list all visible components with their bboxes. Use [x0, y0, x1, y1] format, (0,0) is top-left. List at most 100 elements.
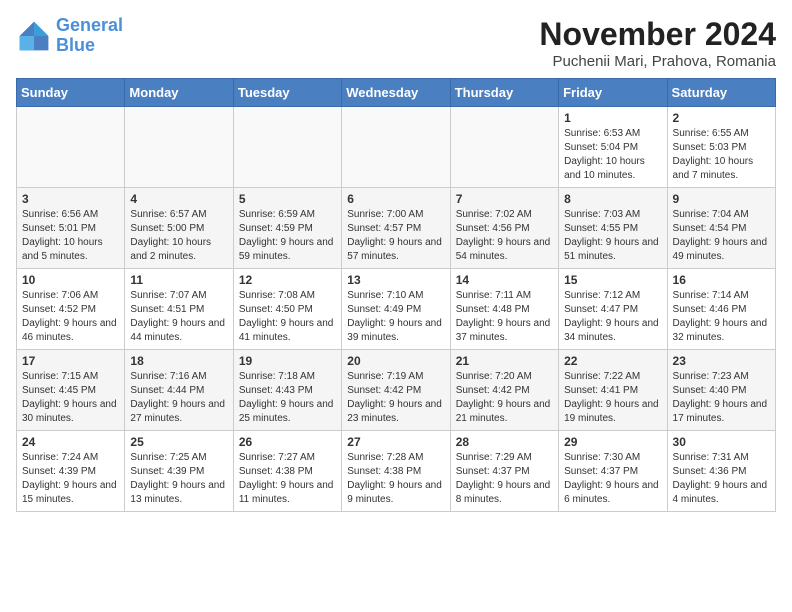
calendar-cell: 4 Sunrise: 6:57 AM Sunset: 5:00 PM Daylig… [125, 188, 233, 269]
day-number: 24 [22, 435, 119, 449]
calendar-cell [125, 107, 233, 188]
calendar-cell: 13 Sunrise: 7:10 AM Sunset: 4:49 PM Dayli… [342, 269, 450, 350]
calendar-cell: 22 Sunrise: 7:22 AM Sunset: 4:41 PM Dayli… [559, 350, 667, 431]
day-number: 6 [347, 192, 444, 206]
day-number: 15 [564, 273, 661, 287]
calendar-cell: 24 Sunrise: 7:24 AM Sunset: 4:39 PM Dayli… [17, 431, 125, 512]
week-row-2: 3 Sunrise: 6:56 AM Sunset: 5:01 PM Daylig… [17, 188, 776, 269]
day-info: Sunrise: 6:53 AM Sunset: 5:04 PM Dayligh… [564, 127, 661, 183]
calendar-cell: 17 Sunrise: 7:15 AM Sunset: 4:45 PM Dayli… [17, 350, 125, 431]
calendar-cell: 26 Sunrise: 7:27 AM Sunset: 4:38 PM Dayli… [233, 431, 341, 512]
calendar-cell: 16Sunrise: 7:14 AM Sunset: 4:46 PM Dayli… [667, 269, 775, 350]
calendar-cell: 27 Sunrise: 7:28 AM Sunset: 4:38 PM Dayli… [342, 431, 450, 512]
day-info: Sunrise: 7:12 AM Sunset: 4:47 PM Dayligh… [564, 289, 661, 345]
day-number: 8 [564, 192, 661, 206]
day-number: 23 [673, 354, 770, 368]
calendar-cell: 5Sunrise: 6:59 AM Sunset: 4:59 PM Daylig… [233, 188, 341, 269]
header: General Blue November 2024 Puchenii Mari… [16, 16, 776, 70]
calendar-table: SundayMondayTuesdayWednesdayThursdayFrid… [16, 78, 776, 512]
calendar-cell [342, 107, 450, 188]
day-info: Sunrise: 7:28 AM Sunset: 4:38 PM Dayligh… [347, 451, 444, 507]
day-number: 18 [130, 354, 227, 368]
calendar-header-row: SundayMondayTuesdayWednesdayThursdayFrid… [17, 79, 776, 107]
day-info: Sunrise: 6:57 AM Sunset: 5:00 PM Dayligh… [130, 208, 227, 264]
calendar-cell: 11Sunrise: 7:07 AM Sunset: 4:51 PM Dayli… [125, 269, 233, 350]
day-number: 3 [22, 192, 119, 206]
day-info: Sunrise: 6:56 AM Sunset: 5:01 PM Dayligh… [22, 208, 119, 264]
logo-line1: General [56, 15, 123, 35]
day-number: 5 [239, 192, 336, 206]
day-number: 22 [564, 354, 661, 368]
day-number: 11 [130, 273, 227, 287]
calendar-cell: 3 Sunrise: 6:56 AM Sunset: 5:01 PM Daylig… [17, 188, 125, 269]
calendar-cell: 15 Sunrise: 7:12 AM Sunset: 4:47 PM Dayli… [559, 269, 667, 350]
logo-line2: Blue [56, 35, 95, 55]
calendar-body: 1 Sunrise: 6:53 AM Sunset: 5:04 PM Daylig… [17, 107, 776, 512]
day-info: Sunrise: 6:55 AM Sunset: 5:03 PM Dayligh… [673, 127, 770, 183]
calendar-cell: 18 Sunrise: 7:16 AM Sunset: 4:44 PM Dayli… [125, 350, 233, 431]
day-number: 7 [456, 192, 553, 206]
calendar-cell: 21 Sunrise: 7:20 AM Sunset: 4:42 PM Dayli… [450, 350, 558, 431]
calendar-cell: 30 Sunrise: 7:31 AM Sunset: 4:36 PM Dayli… [667, 431, 775, 512]
day-info: Sunrise: 7:06 AM Sunset: 4:52 PM Dayligh… [22, 289, 119, 345]
day-number: 12 [239, 273, 336, 287]
location: Puchenii Mari, Prahova, Romania [539, 53, 776, 70]
day-number: 1 [564, 111, 661, 125]
column-header-tuesday: Tuesday [233, 79, 341, 107]
logo-text: General Blue [56, 16, 123, 56]
day-info: Sunrise: 7:14 AM Sunset: 4:46 PM Dayligh… [673, 289, 770, 345]
day-info: Sunrise: 7:10 AM Sunset: 4:49 PM Dayligh… [347, 289, 444, 345]
day-info: Sunrise: 7:16 AM Sunset: 4:44 PM Dayligh… [130, 370, 227, 426]
day-info: Sunrise: 7:19 AM Sunset: 4:42 PM Dayligh… [347, 370, 444, 426]
day-number: 30 [673, 435, 770, 449]
day-info: Sunrise: 7:23 AM Sunset: 4:40 PM Dayligh… [673, 370, 770, 426]
day-number: 21 [456, 354, 553, 368]
day-number: 27 [347, 435, 444, 449]
column-header-saturday: Saturday [667, 79, 775, 107]
calendar-cell: 2 Sunrise: 6:55 AM Sunset: 5:03 PM Daylig… [667, 107, 775, 188]
calendar-cell: 9 Sunrise: 7:04 AM Sunset: 4:54 PM Daylig… [667, 188, 775, 269]
calendar-cell: 20 Sunrise: 7:19 AM Sunset: 4:42 PM Dayli… [342, 350, 450, 431]
week-row-4: 17 Sunrise: 7:15 AM Sunset: 4:45 PM Dayli… [17, 350, 776, 431]
column-header-monday: Monday [125, 79, 233, 107]
day-info: Sunrise: 7:31 AM Sunset: 4:36 PM Dayligh… [673, 451, 770, 507]
calendar-cell [233, 107, 341, 188]
logo: General Blue [16, 16, 123, 56]
day-info: Sunrise: 7:22 AM Sunset: 4:41 PM Dayligh… [564, 370, 661, 426]
day-info: Sunrise: 7:20 AM Sunset: 4:42 PM Dayligh… [456, 370, 553, 426]
month-year: November 2024 [539, 16, 776, 53]
day-info: Sunrise: 7:08 AM Sunset: 4:50 PM Dayligh… [239, 289, 336, 345]
day-number: 25 [130, 435, 227, 449]
day-info: Sunrise: 7:15 AM Sunset: 4:45 PM Dayligh… [22, 370, 119, 426]
day-number: 9 [673, 192, 770, 206]
week-row-1: 1 Sunrise: 6:53 AM Sunset: 5:04 PM Daylig… [17, 107, 776, 188]
column-header-thursday: Thursday [450, 79, 558, 107]
day-info: Sunrise: 7:27 AM Sunset: 4:38 PM Dayligh… [239, 451, 336, 507]
day-number: 2 [673, 111, 770, 125]
day-number: 19 [239, 354, 336, 368]
day-number: 4 [130, 192, 227, 206]
day-info: Sunrise: 7:04 AM Sunset: 4:54 PM Dayligh… [673, 208, 770, 264]
day-info: Sunrise: 7:30 AM Sunset: 4:37 PM Dayligh… [564, 451, 661, 507]
day-info: Sunrise: 7:00 AM Sunset: 4:57 PM Dayligh… [347, 208, 444, 264]
day-number: 26 [239, 435, 336, 449]
title-area: November 2024 Puchenii Mari, Prahova, Ro… [539, 16, 776, 70]
column-header-friday: Friday [559, 79, 667, 107]
day-info: Sunrise: 7:03 AM Sunset: 4:55 PM Dayligh… [564, 208, 661, 264]
week-row-5: 24 Sunrise: 7:24 AM Sunset: 4:39 PM Dayli… [17, 431, 776, 512]
day-number: 14 [456, 273, 553, 287]
column-header-sunday: Sunday [17, 79, 125, 107]
column-header-wednesday: Wednesday [342, 79, 450, 107]
day-number: 13 [347, 273, 444, 287]
calendar-cell: 25Sunrise: 7:25 AM Sunset: 4:39 PM Dayli… [125, 431, 233, 512]
day-info: Sunrise: 7:29 AM Sunset: 4:37 PM Dayligh… [456, 451, 553, 507]
day-number: 17 [22, 354, 119, 368]
calendar-cell: 29Sunrise: 7:30 AM Sunset: 4:37 PM Dayli… [559, 431, 667, 512]
calendar-cell: 6 Sunrise: 7:00 AM Sunset: 4:57 PM Daylig… [342, 188, 450, 269]
calendar-cell: 19Sunrise: 7:18 AM Sunset: 4:43 PM Dayli… [233, 350, 341, 431]
calendar-cell [17, 107, 125, 188]
day-number: 28 [456, 435, 553, 449]
day-info: Sunrise: 7:24 AM Sunset: 4:39 PM Dayligh… [22, 451, 119, 507]
day-number: 10 [22, 273, 119, 287]
day-number: 20 [347, 354, 444, 368]
